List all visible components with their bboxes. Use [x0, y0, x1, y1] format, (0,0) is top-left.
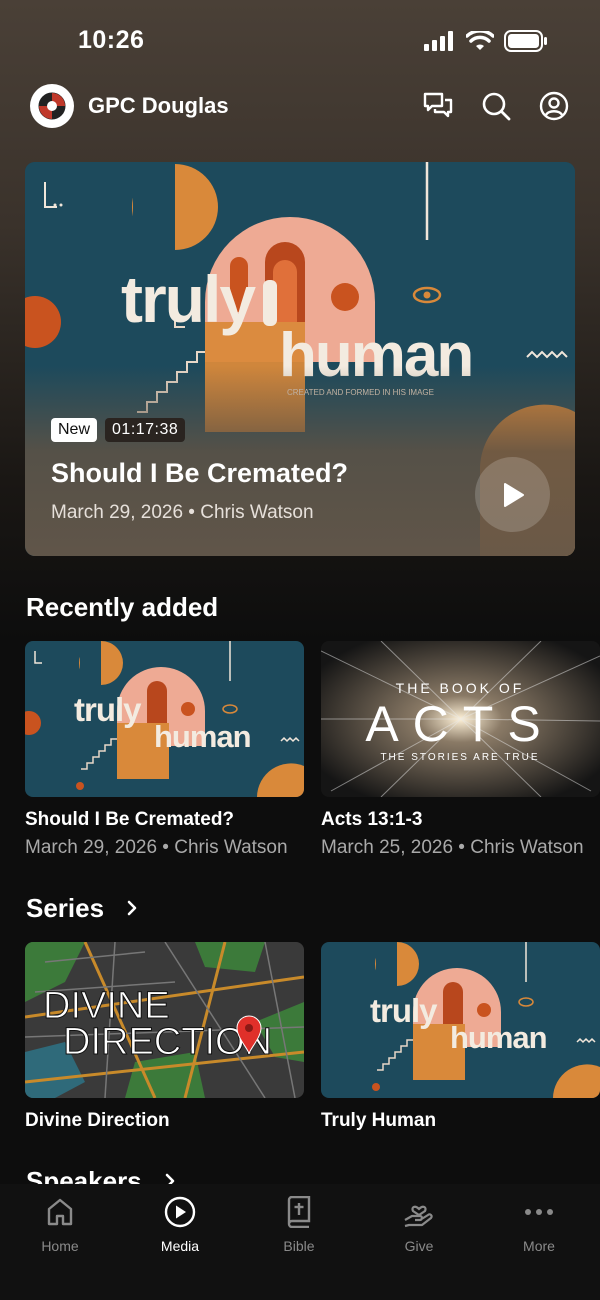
tab-media[interactable]: Media	[135, 1194, 225, 1254]
more-icon	[525, 1209, 553, 1215]
recent-item-meta: March 25, 2026 • Chris Watson	[321, 837, 584, 858]
church-name[interactable]: GPC Douglas	[88, 93, 229, 119]
series-art-title-bottom: human	[450, 1020, 547, 1055]
series-art-title-top: truly	[370, 992, 438, 1029]
acts-art-line3: THE STORIES ARE TRUE	[380, 752, 539, 763]
hero-badges: New 01:17:38	[51, 418, 186, 442]
tab-more-label: More	[523, 1238, 555, 1254]
series-item-thumbnail: DIVINE DIRECTION	[25, 942, 304, 1098]
featured-media-card[interactable]: truly human CREATED AND FORMED IN HIS IM…	[25, 162, 575, 556]
series-item[interactable]: DIVINE DIRECTION Divine Direction	[25, 942, 304, 1132]
tab-home-label: Home	[41, 1238, 79, 1254]
church-logo[interactable]	[30, 84, 74, 128]
signal-icon	[424, 31, 453, 51]
chevron-right-icon	[128, 900, 137, 916]
truly-human-artwork: truly human	[25, 641, 304, 797]
divine-direction-artwork: DIVINE DIRECTION	[25, 942, 304, 1098]
home-icon	[47, 1198, 73, 1226]
tab-give-label: Give	[404, 1238, 434, 1254]
truly-human-artwork: truly human	[321, 942, 600, 1098]
hero-art-title-top: truly	[121, 262, 256, 336]
recently-added-heading: Recently added	[26, 592, 219, 622]
recent-art-title-top: truly	[74, 691, 142, 728]
bible-icon	[287, 1196, 311, 1228]
status-icons	[424, 30, 548, 52]
status-time: 10:26	[78, 26, 145, 54]
status-bar: 10:26	[0, 26, 600, 56]
hero-meta: March 29, 2026 • Chris Watson	[51, 502, 314, 523]
play-circle-icon	[164, 1196, 196, 1228]
recent-item-title: Acts 13:1-3	[321, 809, 423, 830]
acts-art-line1: THE BOOK OF	[396, 680, 525, 696]
tab-more[interactable]: More	[494, 1194, 584, 1254]
tab-bible-label: Bible	[283, 1238, 315, 1254]
church-logo-icon	[38, 92, 66, 120]
recent-item-thumbnail: truly human	[25, 641, 304, 797]
hero-title: Should I Be Cremated?	[51, 458, 349, 488]
tab-home[interactable]: Home	[15, 1194, 105, 1254]
search-button[interactable]	[480, 90, 512, 122]
tab-bible[interactable]: Bible	[254, 1194, 344, 1254]
recent-art-title-bottom: human	[154, 719, 251, 754]
recent-item-title: Should I Be Cremated?	[25, 809, 235, 830]
series-item-thumbnail: truly human	[321, 942, 600, 1098]
acts-art-line2: ACTS	[365, 696, 554, 752]
series-heading[interactable]: Series	[26, 893, 139, 924]
app-header: GPC Douglas	[30, 84, 570, 128]
search-icon	[482, 92, 511, 121]
recent-item[interactable]: THE BOOK OF ACTS THE STORIES ARE TRUE Ac…	[321, 641, 600, 859]
profile-button[interactable]	[538, 90, 570, 122]
acts-artwork: THE BOOK OF ACTS THE STORIES ARE TRUE	[321, 641, 600, 797]
series-heading-label: Series	[26, 893, 105, 923]
tab-give[interactable]: Give	[374, 1194, 464, 1254]
recent-item-meta: March 29, 2026 • Chris Watson	[25, 837, 288, 858]
new-badge: New	[51, 418, 98, 442]
give-icon	[404, 1205, 433, 1228]
chat-icon	[423, 92, 453, 118]
tab-media-label: Media	[160, 1238, 200, 1254]
header-actions	[422, 90, 570, 122]
duration-badge: 01:17:38	[105, 418, 186, 442]
recent-item-thumbnail: THE BOOK OF ACTS THE STORIES ARE TRUE	[321, 641, 600, 797]
recent-item[interactable]: truly human Should I Be Cremated? March …	[25, 641, 304, 859]
battery-icon	[504, 30, 547, 52]
series-item-title: Divine Direction	[25, 1110, 170, 1131]
chat-button[interactable]	[422, 90, 454, 122]
wifi-icon	[466, 31, 494, 50]
play-icon	[503, 482, 524, 507]
series-item-title: Truly Human	[321, 1110, 437, 1131]
profile-icon	[539, 91, 569, 121]
series-item[interactable]: truly human Truly Human	[321, 942, 600, 1132]
play-button[interactable]	[475, 457, 550, 532]
bottom-tab-bar: Home Media Bible Give More	[0, 1184, 600, 1300]
